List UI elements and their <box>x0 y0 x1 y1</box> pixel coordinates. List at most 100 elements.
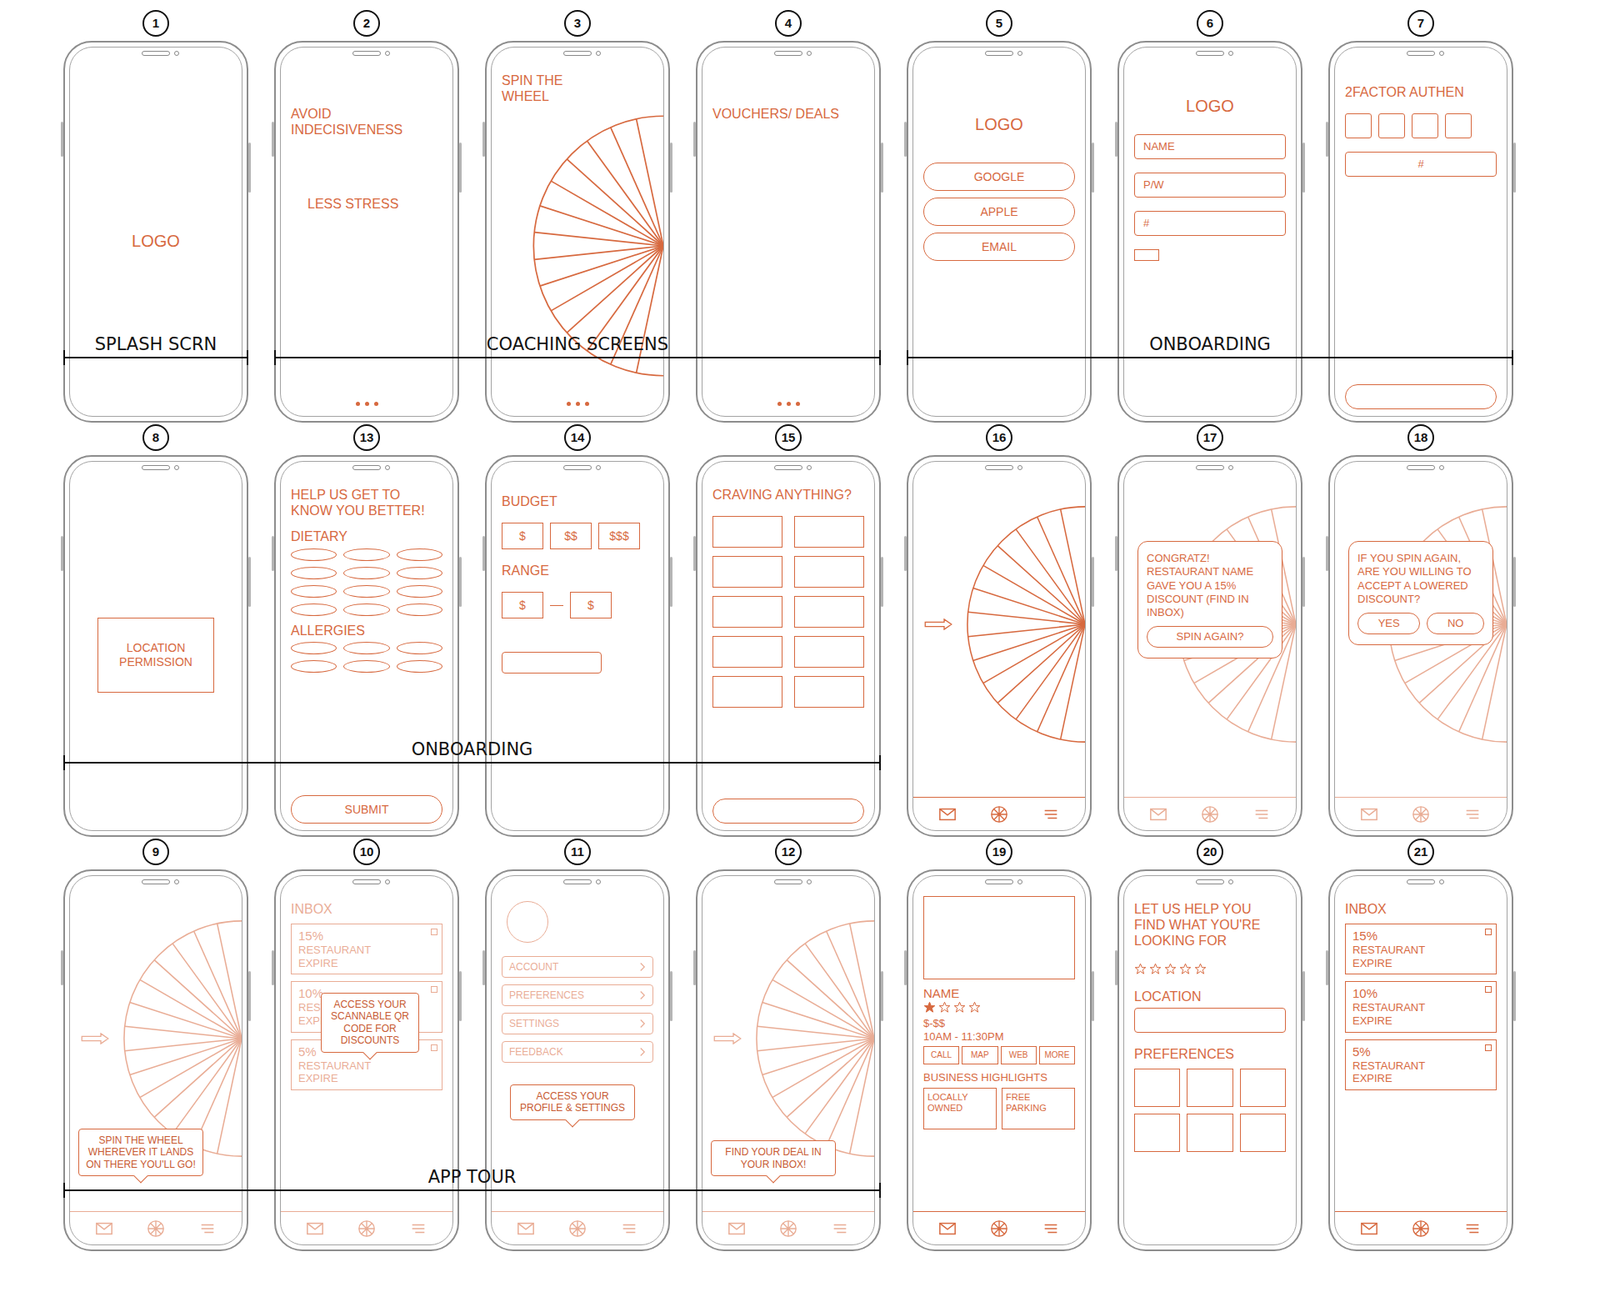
star-icon[interactable] <box>938 1000 951 1014</box>
wheel-icon[interactable] <box>990 805 1009 824</box>
wheel-icon[interactable] <box>1411 1219 1430 1238</box>
option-chip[interactable] <box>290 548 337 561</box>
action-button[interactable]: MAP <box>961 1045 998 1065</box>
option-chip[interactable] <box>290 660 337 673</box>
preference-tiles[interactable] <box>1134 1068 1286 1152</box>
code-box[interactable] <box>1445 113 1472 139</box>
star-icon[interactable] <box>1179 962 1192 975</box>
deal-card[interactable]: 5%RESTAURANTEXPIRE <box>1345 1039 1497 1090</box>
code-box[interactable] <box>1345 113 1372 139</box>
menu-icon[interactable] <box>830 1219 850 1238</box>
mail-icon[interactable] <box>938 1219 957 1238</box>
deal-card[interactable]: 10%RESTAURANTEXPIRE <box>1345 980 1497 1032</box>
popup-button[interactable]: YES <box>1357 612 1420 635</box>
login-button[interactable]: GOOGLE <box>923 162 1075 191</box>
preference-tile[interactable] <box>1134 1113 1180 1152</box>
input-field[interactable]: # <box>1134 210 1286 236</box>
option-chip[interactable] <box>396 585 443 598</box>
code-box[interactable] <box>1378 113 1405 139</box>
wheel-icon[interactable] <box>568 1219 587 1238</box>
menu-icon[interactable] <box>198 1219 217 1238</box>
menu-item[interactable]: ACCOUNT <box>501 955 654 978</box>
profile-avatar[interactable] <box>506 900 549 943</box>
wheel-icon[interactable] <box>1411 805 1430 824</box>
option-chip[interactable] <box>396 566 443 580</box>
star-icon[interactable] <box>1149 962 1162 975</box>
cuisine-tile[interactable] <box>794 675 865 708</box>
mail-icon[interactable] <box>305 1219 325 1238</box>
mail-icon[interactable] <box>1149 805 1168 824</box>
option-chip[interactable] <box>343 603 390 616</box>
option-chip[interactable] <box>343 585 390 598</box>
wheel-icon[interactable] <box>146 1219 165 1238</box>
star-icon[interactable] <box>1164 962 1177 975</box>
input-field[interactable]: # <box>1345 151 1497 177</box>
code-box[interactable] <box>1411 113 1439 139</box>
wheel-icon[interactable] <box>120 917 242 1160</box>
star-icon[interactable] <box>1134 962 1147 975</box>
popup-button[interactable]: SPIN AGAIN? <box>1146 625 1274 648</box>
login-button[interactable]: APPLE <box>923 197 1075 226</box>
wheel-icon[interactable] <box>1200 805 1220 824</box>
input-field[interactable]: NAME <box>1134 134 1286 160</box>
menu-item[interactable]: PREFERENCES <box>501 984 654 1006</box>
mail-icon[interactable] <box>516 1219 535 1238</box>
cuisine-tile[interactable] <box>794 515 865 548</box>
preference-tile[interactable] <box>1240 1113 1286 1152</box>
wheel-icon[interactable] <box>357 1219 376 1238</box>
cuisine-tiles[interactable] <box>712 515 865 708</box>
next-button[interactable] <box>501 651 602 674</box>
cuisine-tile[interactable] <box>794 635 865 668</box>
wheel-icon[interactable] <box>752 917 875 1160</box>
continue-button[interactable] <box>712 798 865 824</box>
menu-icon[interactable] <box>1041 1219 1060 1238</box>
select-box[interactable] <box>430 1044 438 1051</box>
option-chip[interactable] <box>396 641 443 655</box>
action-button[interactable]: CALL <box>923 1045 960 1065</box>
star-icon[interactable] <box>1194 962 1207 975</box>
menu-icon[interactable] <box>1041 805 1060 824</box>
spin-wheel[interactable] <box>712 917 875 1160</box>
option-chip[interactable] <box>396 603 443 616</box>
menu-icon[interactable] <box>1463 1219 1482 1238</box>
option-chip[interactable] <box>343 641 390 655</box>
option-chip[interactable] <box>396 548 443 561</box>
option-chip[interactable] <box>343 660 390 673</box>
spin-wheel[interactable] <box>923 503 1085 745</box>
menu-item[interactable]: FEEDBACK <box>501 1040 654 1063</box>
cuisine-tile[interactable] <box>794 555 865 588</box>
menu-icon[interactable] <box>1252 805 1271 824</box>
select-box[interactable] <box>1485 1044 1492 1051</box>
range-input[interactable]: $ <box>570 591 612 619</box>
menu-icon[interactable] <box>1463 805 1482 824</box>
menu-icon[interactable] <box>409 1219 428 1238</box>
budget-option[interactable]: $$ <box>550 522 592 550</box>
submit-button[interactable]: SUBMIT <box>290 795 443 824</box>
mail-icon[interactable] <box>1360 1219 1379 1238</box>
preference-tile[interactable] <box>1186 1068 1233 1107</box>
option-chip[interactable] <box>290 566 337 580</box>
star-icon[interactable] <box>968 1000 981 1014</box>
cuisine-tile[interactable] <box>712 635 783 668</box>
mail-icon[interactable] <box>95 1219 114 1238</box>
checkbox[interactable] <box>1134 249 1160 261</box>
wheel-icon[interactable] <box>990 1219 1009 1238</box>
option-chips[interactable] <box>290 548 443 616</box>
cuisine-tile[interactable] <box>712 595 783 628</box>
action-button[interactable]: WEB <box>1000 1045 1037 1065</box>
cuisine-tile[interactable] <box>712 515 783 548</box>
budget-option[interactable]: $ <box>501 522 544 550</box>
budget-option[interactable]: $$$ <box>598 522 640 550</box>
menu-icon[interactable] <box>620 1219 639 1238</box>
cuisine-tile[interactable] <box>794 595 865 628</box>
select-box[interactable] <box>1485 985 1492 993</box>
option-chip[interactable] <box>290 641 337 655</box>
option-chip[interactable] <box>396 660 443 673</box>
star-rating[interactable] <box>923 1000 1075 1014</box>
mail-icon[interactable] <box>938 805 957 824</box>
mail-icon[interactable] <box>727 1219 746 1238</box>
popup-button[interactable]: NO <box>1426 612 1485 635</box>
select-box[interactable] <box>1485 928 1492 935</box>
option-chip[interactable] <box>343 566 390 580</box>
range-input[interactable]: $ <box>501 591 544 619</box>
